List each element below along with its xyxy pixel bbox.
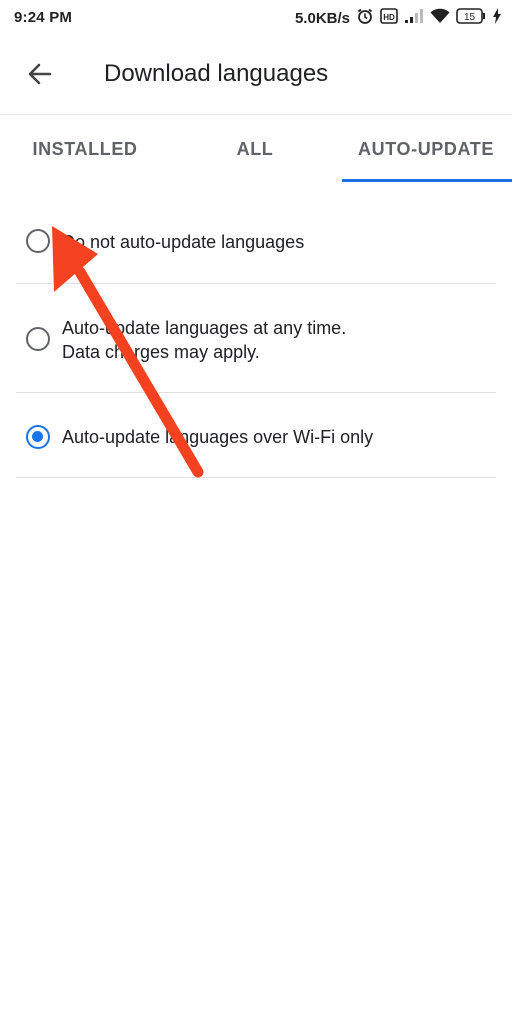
option-label: Auto-update languages at any time. Data … [62, 316, 346, 364]
tab-all[interactable]: ALL [170, 115, 340, 183]
hd-icon: HD [380, 7, 398, 29]
radio-button[interactable] [26, 229, 50, 253]
arrow-back-icon [22, 63, 58, 96]
option-label: Do not auto-update languages [62, 232, 305, 252]
radio-button-checked[interactable] [26, 425, 50, 449]
network-speed: 5.0KB/s [294, 9, 350, 27]
status-time: 9:24 PM [14, 9, 73, 26]
option-label-line-1: Auto-update languages at any time. [62, 318, 347, 338]
option-no-auto-update[interactable]: Do not auto-update languages [16, 212, 496, 282]
svg-text:HD: HD [383, 13, 395, 22]
page-title: Download languages [104, 60, 329, 87]
wifi-icon [430, 8, 450, 28]
option-auto-update-wifi-only[interactable]: Auto-update languages over Wi-Fi only [16, 393, 496, 477]
app-bar: Download languages [0, 36, 512, 115]
status-icons: 5.0KB/s HD 15 [295, 7, 502, 29]
tab-installed[interactable]: INSTALLED [0, 115, 170, 183]
battery-level: 15 [464, 12, 476, 23]
signal-icon [404, 8, 424, 28]
divider [16, 477, 496, 478]
back-button[interactable] [22, 56, 58, 92]
option-label-line-2: Data charges may apply. [62, 342, 260, 362]
tab-auto-update[interactable]: AUTO-UPDATE [340, 115, 512, 183]
radio-button[interactable] [26, 327, 50, 351]
alarm-icon [356, 7, 374, 29]
tab-bar: INSTALLED ALL AUTO-UPDATE [0, 115, 512, 183]
tab-indicator [342, 179, 512, 182]
option-label: Auto-update languages over Wi-Fi only [62, 427, 374, 447]
status-bar: 9:24 PM 5.0KB/s HD 15 [0, 0, 512, 36]
battery-icon: 15 [456, 8, 486, 28]
charging-icon [492, 8, 502, 28]
option-auto-update-any-time[interactable]: Auto-update languages at any time. Data … [16, 284, 496, 392]
